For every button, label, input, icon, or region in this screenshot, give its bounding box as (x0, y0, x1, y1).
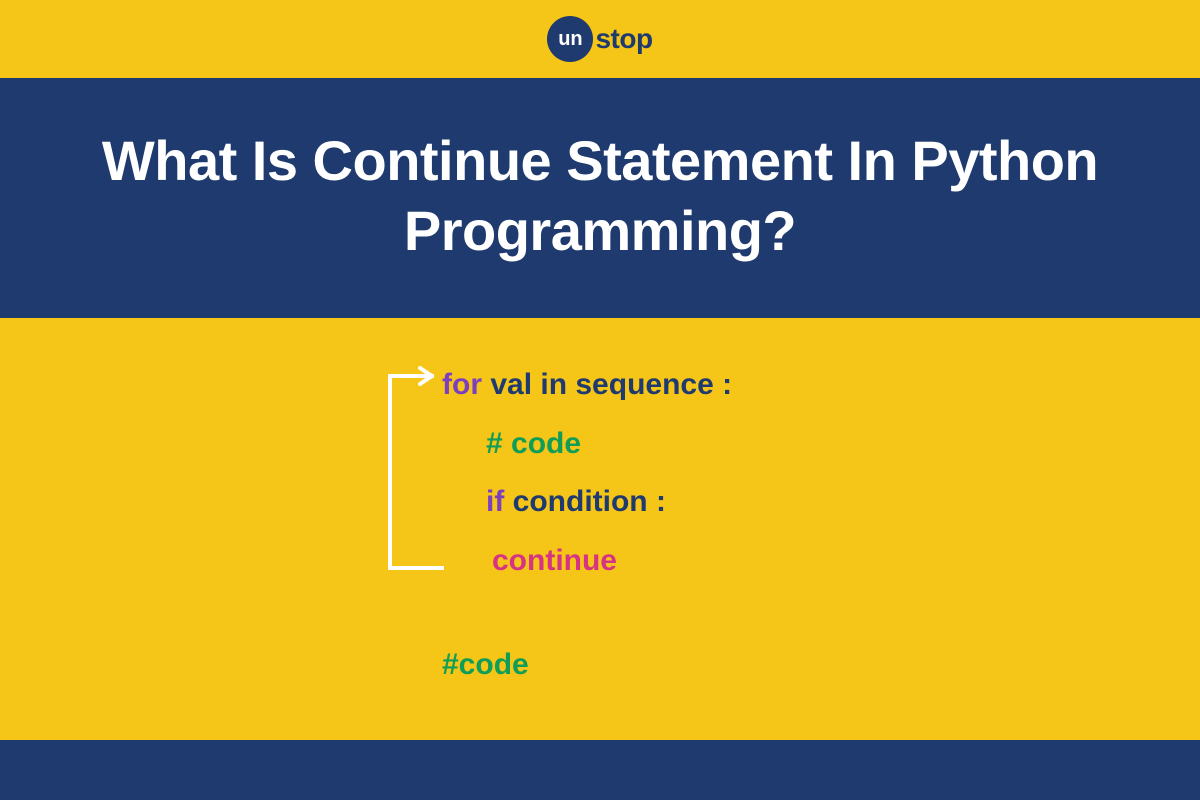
continue-keyword: continue (492, 544, 617, 577)
code-line-2: # code (442, 415, 732, 474)
code-line-1: for val in sequence : (442, 356, 732, 415)
code-comment-2: #code (442, 648, 529, 682)
logo: un stop (547, 16, 652, 62)
header-strip: un stop (0, 0, 1200, 78)
if-line-text: condition : (504, 485, 666, 518)
code-block: for val in sequence : # code if conditio… (442, 356, 732, 590)
for-keyword: for (442, 368, 482, 401)
logo-circle-text: un (558, 28, 582, 51)
code-line-3: if condition : (442, 473, 732, 532)
logo-circle: un (547, 16, 593, 62)
code-line-4: continue (442, 532, 732, 591)
for-line-text: val in sequence : (482, 368, 732, 401)
page-title: What Is Continue Statement In Python Pro… (40, 126, 1160, 266)
footer-band (0, 740, 1200, 800)
code-comment-1: # code (486, 427, 581, 460)
title-band: What Is Continue Statement In Python Pro… (0, 78, 1200, 318)
code-area: for val in sequence : # code if conditio… (0, 318, 1200, 746)
logo-rest-text: stop (595, 23, 652, 55)
if-keyword: if (486, 485, 504, 518)
